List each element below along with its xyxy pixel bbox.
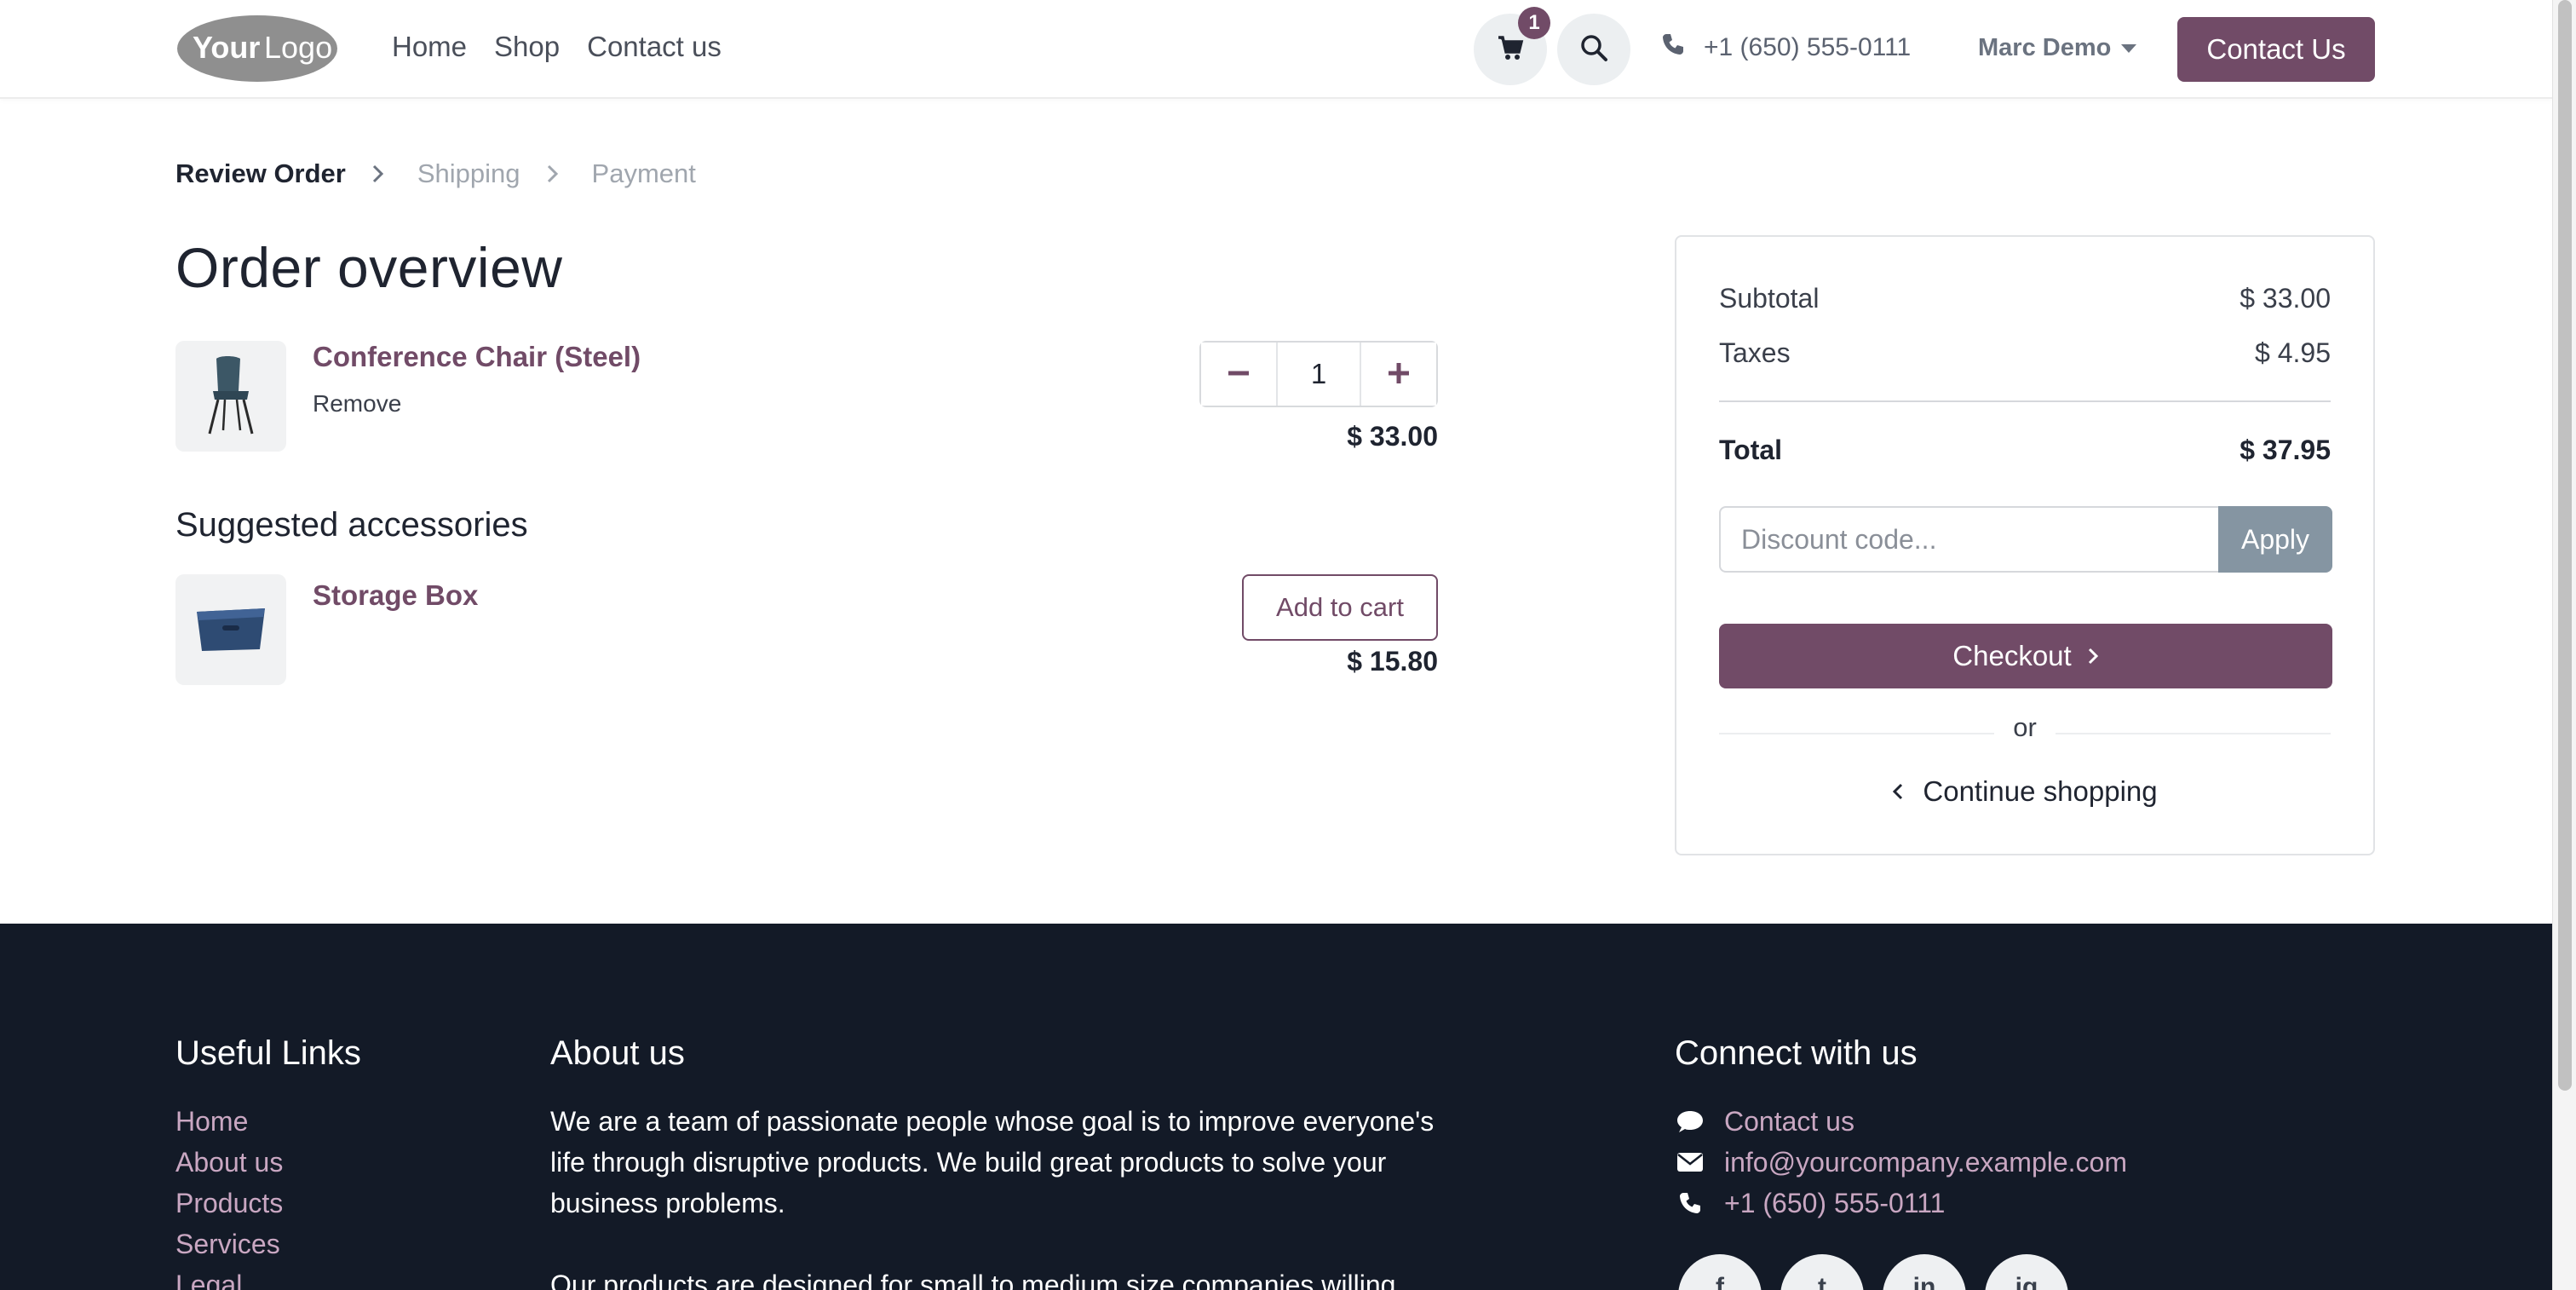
accessory-price: $ 15.80 [1347, 646, 1438, 677]
instagram-icon[interactable]: ig [1985, 1254, 2068, 1290]
linkedin-icon[interactable]: in [1883, 1254, 1966, 1290]
search-icon [1579, 33, 1608, 66]
header-phone-number: +1 (650) 555-0111 [1704, 33, 1912, 61]
accessory-name[interactable]: Storage Box [313, 579, 478, 612]
continue-shopping-label: Continue shopping [1923, 775, 2158, 807]
twitter-icon[interactable]: t [1780, 1254, 1864, 1290]
plus-icon [1388, 362, 1410, 387]
user-name: Marc Demo [1978, 34, 2112, 61]
header-phone[interactable]: +1 (650) 555-0111 [1661, 32, 1911, 63]
cart-icon [1497, 35, 1524, 65]
useful-links-title: Useful Links [175, 1034, 361, 1072]
checkout-label: Checkout [1952, 640, 2072, 671]
connect-contact-us[interactable]: Contact us [1675, 1101, 2127, 1142]
user-menu-dropdown[interactable]: Marc Demo [1978, 34, 2137, 62]
quantity-stepper [1199, 341, 1438, 407]
connect-phone[interactable]: +1 (650) 555-0111 [1675, 1183, 2127, 1224]
comment-icon [1675, 1109, 1705, 1134]
header-contact-us-button[interactable]: Contact Us [2177, 17, 2375, 82]
connect-contact-us-label: Contact us [1724, 1106, 1854, 1137]
checkout-steps-breadcrumb: Review Order Shipping Payment [175, 158, 696, 189]
storage-box-icon [192, 600, 270, 660]
cart-item-name[interactable]: Conference Chair (Steel) [313, 341, 641, 373]
checkout-button[interactable]: Checkout [1719, 624, 2332, 688]
site-logo[interactable]: Your Logo [175, 14, 339, 84]
about-us-text: We are a team of passionate people whose… [550, 1101, 1453, 1290]
accessory-thumbnail[interactable] [175, 574, 286, 685]
nav-contact-us[interactable]: Contact us [587, 31, 722, 63]
site-header: Your Logo Home Shop Contact us 1 +1 (650… [0, 0, 2552, 99]
page-title: Order overview [175, 236, 563, 299]
phone-icon [1661, 32, 1685, 63]
chevron-right-icon [371, 164, 385, 184]
cart-item-remove-link[interactable]: Remove [313, 390, 401, 418]
svg-text:Logo: Logo [264, 30, 332, 65]
footer-link-legal[interactable]: Legal [175, 1264, 283, 1290]
about-us-paragraph-2: Our products are designed for small to m… [550, 1270, 1396, 1290]
chevron-left-icon [1892, 775, 1904, 808]
subtotal-row: Subtotal $ 33.00 [1719, 283, 2331, 314]
envelope-icon [1675, 1152, 1705, 1172]
site-footer: Useful Links Home About us Products Serv… [0, 924, 2552, 1290]
footer-link-products[interactable]: Products [175, 1183, 283, 1224]
cart-item-thumbnail[interactable] [175, 341, 286, 452]
quantity-input[interactable] [1278, 343, 1360, 406]
about-us-paragraph-1: We are a team of passionate people whose… [550, 1106, 1435, 1218]
social-links: f t in ig [1678, 1254, 2068, 1290]
footer-link-home[interactable]: Home [175, 1101, 283, 1142]
summary-divider [1719, 400, 2331, 402]
page-scrollbar[interactable] [2552, 0, 2576, 1290]
facebook-icon[interactable]: f [1678, 1254, 1762, 1290]
about-us-title: About us [550, 1034, 685, 1072]
chevron-right-icon [546, 164, 560, 184]
step-shipping[interactable]: Shipping [417, 158, 520, 189]
step-review-order: Review Order [175, 158, 346, 188]
order-summary-card: Subtotal $ 33.00 Taxes $ 4.95 Total $ 37… [1675, 235, 2375, 855]
discount-form: Apply [1719, 506, 2332, 573]
useful-links-list: Home About us Products Services Legal [175, 1101, 283, 1290]
total-value: $ 37.95 [2240, 435, 2331, 465]
or-separator: or [1676, 712, 2373, 743]
connect-email-label: info@yourcompany.example.com [1724, 1147, 2127, 1178]
connect-list: Contact us info@yourcompany.example.com … [1675, 1101, 2127, 1224]
total-label: Total [1719, 435, 1783, 465]
svg-text:Your: Your [193, 30, 260, 65]
taxes-row: Taxes $ 4.95 [1719, 337, 2331, 369]
nav-shop[interactable]: Shop [494, 31, 560, 63]
apply-discount-button[interactable]: Apply [2218, 506, 2332, 573]
connect-title: Connect with us [1675, 1034, 1918, 1072]
chevron-right-icon [2087, 640, 2099, 672]
discount-code-input[interactable] [1719, 506, 2218, 573]
chevron-down-icon [2121, 43, 2137, 53]
page-scrollbar-thumb[interactable] [2558, 0, 2572, 1091]
nav-home[interactable]: Home [392, 31, 467, 63]
footer-link-services[interactable]: Services [175, 1224, 283, 1264]
suggested-accessories-title: Suggested accessories [175, 506, 528, 544]
cart-item-price: $ 33.00 [1347, 421, 1438, 452]
footer-link-about-us[interactable]: About us [175, 1142, 283, 1183]
phone-icon [1675, 1191, 1705, 1215]
step-payment[interactable]: Payment [592, 158, 696, 189]
total-row: Total $ 37.95 [1719, 435, 2331, 466]
or-text: or [1994, 712, 2056, 742]
taxes-value: $ 4.95 [2255, 337, 2331, 368]
chair-icon [201, 354, 261, 440]
minus-icon [1228, 362, 1250, 387]
main-nav: Home Shop Contact us [392, 31, 722, 63]
connect-email[interactable]: info@yourcompany.example.com [1675, 1142, 2127, 1183]
subtotal-label: Subtotal [1719, 283, 1820, 314]
cart-button[interactable]: 1 [1474, 7, 1550, 85]
quantity-increase-button[interactable] [1360, 343, 1436, 406]
add-to-cart-button[interactable]: Add to cart [1242, 574, 1438, 641]
subtotal-value: $ 33.00 [2240, 283, 2331, 314]
quantity-decrease-button[interactable] [1201, 343, 1278, 406]
taxes-label: Taxes [1719, 337, 1791, 368]
continue-shopping-link[interactable]: Continue shopping [1676, 775, 2373, 808]
cart-count-badge: 1 [1518, 7, 1550, 39]
search-button[interactable] [1557, 14, 1630, 85]
connect-phone-label: +1 (650) 555-0111 [1724, 1188, 1946, 1218]
